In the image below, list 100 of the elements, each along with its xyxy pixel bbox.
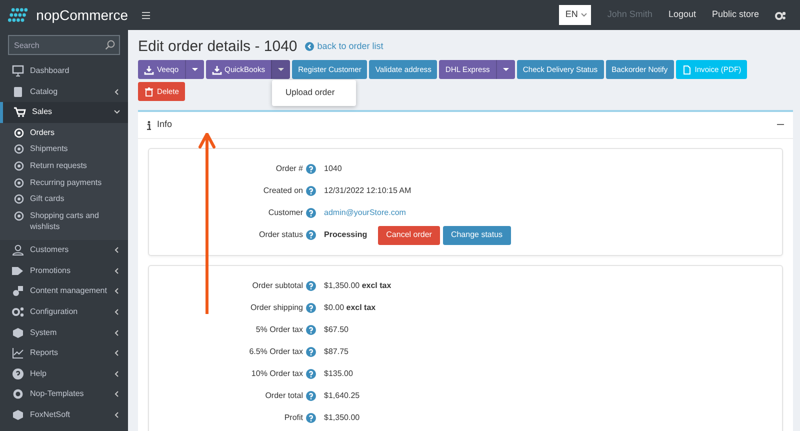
cube-icon <box>12 408 24 421</box>
download-icon <box>212 64 222 74</box>
chevron-left-icon <box>114 88 120 95</box>
cart-icon <box>14 106 26 118</box>
help-icon <box>12 368 24 380</box>
dropdown-toggle[interactable] <box>271 60 290 79</box>
search-field[interactable]: Search <box>8 35 120 55</box>
field-label: Order status <box>258 229 304 241</box>
chevron-left-icon <box>114 350 120 356</box>
field-label: Customer <box>267 207 304 219</box>
monitor-icon <box>12 65 24 78</box>
tag-icon <box>12 264 24 277</box>
field-value: $135.00 <box>324 368 353 380</box>
sidebar-item[interactable]: Catalog <box>0 82 128 102</box>
chevron-left-icon <box>114 268 120 274</box>
sidebar-subitem[interactable]: Shipments <box>0 141 128 158</box>
search-icon <box>105 40 115 50</box>
chevron-left-icon <box>114 247 120 254</box>
user-icon <box>12 244 24 256</box>
header-link[interactable]: Logout <box>668 8 696 22</box>
status-button[interactable]: Change status <box>442 226 511 244</box>
field-label: 10% Order tax <box>250 368 304 380</box>
sidebar-subitem[interactable]: Orders <box>0 124 128 142</box>
field-label: Order total <box>264 390 304 402</box>
field-value: $1,350.00 excl tax <box>324 280 392 292</box>
chevron-left-icon <box>114 370 120 377</box>
header-link[interactable]: Public store <box>712 8 759 22</box>
field-value: 12/31/2022 12:10:15 AM <box>324 185 412 197</box>
circle-dot-icon <box>14 178 24 188</box>
field-label: Order subtotal <box>251 280 304 292</box>
field-label: Order # <box>274 163 304 175</box>
panel-title: Info <box>157 118 172 132</box>
field-value: $67.50 <box>324 324 348 336</box>
logo-icon <box>8 6 30 24</box>
dropdown-toggle[interactable] <box>184 60 204 79</box>
user-name: John Smith <box>607 8 652 22</box>
book-icon <box>12 86 24 98</box>
chart-icon <box>12 347 24 360</box>
arrow-circle-icon <box>305 42 314 51</box>
sidebar-item[interactable]: Content management <box>0 281 128 302</box>
file-icon <box>682 64 692 74</box>
sidebar-item[interactable]: FoxNetSoft <box>0 404 128 426</box>
field-value: 1040 <box>324 163 342 175</box>
sidebar-item[interactable]: Nop-Templates <box>0 384 128 405</box>
language-select[interactable]: EN <box>559 5 592 25</box>
field-label: Profit <box>283 412 304 424</box>
sidebar-item[interactable]: Promotions <box>0 260 128 282</box>
sidebar-item[interactable]: Customers <box>0 240 128 261</box>
help-icon <box>306 369 316 379</box>
customer-link[interactable]: admin@yourStore.com <box>324 207 406 219</box>
cube-icon <box>12 326 24 339</box>
field-value: $1,640.25 <box>324 390 360 402</box>
status-button[interactable]: Cancel order <box>378 226 440 244</box>
field-value: $87.75 <box>324 346 348 358</box>
help-icon <box>306 164 316 174</box>
help-icon <box>306 413 316 423</box>
menu-icon[interactable] <box>142 12 150 18</box>
info-icon <box>147 120 151 130</box>
sidebar-item[interactable]: Configuration <box>0 302 128 322</box>
chevron-left-icon <box>114 391 120 398</box>
circle-dot-icon <box>14 194 24 204</box>
chevron-left-icon <box>114 412 120 418</box>
page-title: Edit order details - 1040 <box>138 37 298 57</box>
sidebar-subitem[interactable]: Return requests <box>0 158 128 175</box>
gears-icon[interactable] <box>775 10 786 20</box>
download-icon <box>144 64 154 74</box>
sidebar-subitem[interactable]: Shopping carts and wishlists <box>0 208 128 236</box>
circle-dot-icon <box>14 128 24 138</box>
sidebar-item[interactable]: Help <box>0 364 128 384</box>
brand-name[interactable]: nopCommerce <box>36 4 128 26</box>
sidebar-subitem[interactable]: Recurring payments <box>0 174 128 192</box>
dropdown-toggle[interactable] <box>496 60 515 79</box>
chevron-left-icon <box>114 308 120 315</box>
sidebar-subitem[interactable]: Gift cards <box>0 191 128 208</box>
caret-icon <box>581 13 588 17</box>
field-label: Created on <box>262 185 304 197</box>
field-label: 5% Order tax <box>254 324 304 336</box>
shapes-icon <box>12 285 24 298</box>
caret-icon <box>192 68 198 72</box>
help-icon <box>306 303 316 313</box>
help-icon <box>306 325 316 335</box>
sidebar-item[interactable]: System <box>0 322 128 343</box>
sidebar-item[interactable]: Reports <box>0 342 128 364</box>
circle-dot-icon <box>14 160 24 171</box>
circle-dot-icon <box>14 144 24 154</box>
sidebar-item[interactable]: Dashboard <box>0 61 128 82</box>
help-icon <box>306 186 316 196</box>
gears-icon <box>12 306 24 318</box>
caret-icon <box>278 68 284 72</box>
sidebar-item[interactable]: Sales <box>0 102 128 123</box>
help-icon <box>306 347 316 357</box>
caret-icon <box>502 68 509 72</box>
dropdown-item[interactable]: Upload order <box>286 86 342 99</box>
chevron-left-icon <box>114 330 120 336</box>
field-value: $1,350.00 <box>324 412 360 424</box>
field-label: Order shipping <box>250 302 304 314</box>
help-icon <box>306 391 316 401</box>
field-label: 6.5% Order tax <box>248 346 304 358</box>
help-icon <box>306 230 316 240</box>
field-value: $0.00 excl tax <box>324 302 376 314</box>
